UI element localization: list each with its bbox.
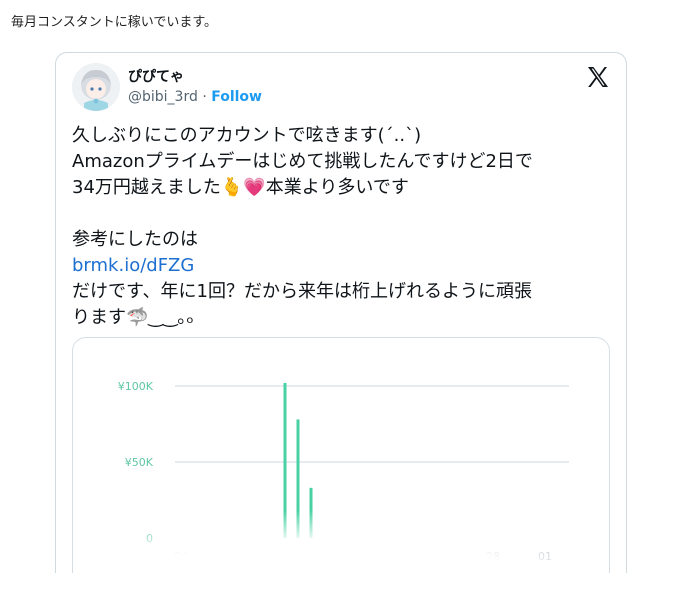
sales-bar-chart: ¥100K ¥50K 0 04 08 12 16 20 24 28 01 (118, 380, 569, 563)
tweet-text: 久しぶりにこのアカウントで呟きます(ˊ..ˋ) Amazonプライムデーはじめて… (72, 123, 612, 331)
y-tick-label: 0 (146, 532, 153, 545)
chart-image[interactable]: ¥100K ¥50K 0 04 08 12 16 20 24 28 01 (72, 337, 610, 573)
x-tick-label: 24 (434, 550, 448, 563)
tweet-line: 34万円越えました🫰💗本業より多いです (72, 177, 409, 198)
y-tick-label: ¥50K (125, 456, 154, 469)
avatar[interactable] (72, 63, 120, 111)
x-tick-label: 20 (382, 550, 396, 563)
follow-button[interactable]: Follow (211, 89, 262, 105)
tweet-line: Amazonプライムデーはじめて挑戦したんですけど2日で (72, 151, 533, 172)
tweet-line: 参考にしたのは (72, 229, 198, 250)
tweet-header: ぴぴてゃ @bibi_3rd · Follow (72, 63, 610, 113)
separator: · (202, 89, 207, 105)
x-tick-label: 08 (226, 550, 240, 563)
x-tick-label: 01 (538, 550, 552, 563)
tweet-line: 久しぶりにこのアカウントで呟きます(ˊ..ˋ) (72, 125, 422, 146)
x-tick-label: 12 (278, 550, 292, 563)
x-logo-icon[interactable] (586, 65, 610, 89)
x-tick-label: 28 (486, 550, 500, 563)
handle[interactable]: @bibi_3rd (128, 89, 198, 105)
x-tick-label: 04 (174, 550, 188, 563)
handle-row: @bibi_3rd · Follow (128, 89, 262, 105)
chart-bar (296, 419, 300, 538)
tweet-link[interactable]: brmk.io/dFZG (72, 255, 194, 276)
embedded-tweet-card: ぴぴてゃ @bibi_3rd · Follow 久しぶりにこのアカウントで呟きま… (55, 52, 627, 573)
chart-bar (309, 487, 313, 538)
intro-text: 毎月コンスタントに稼いでいます。 (11, 15, 218, 30)
display-name[interactable]: ぴぴてゃ (128, 66, 184, 86)
tweet-line: ります🦈‿‿｡ₒ (72, 307, 194, 328)
chart-bar (283, 382, 287, 538)
tweet-line: だけです、年に1回？だから来年は桁上げれるように頑張 (72, 281, 533, 302)
y-tick-label: ¥100K (118, 380, 154, 393)
x-tick-label: 16 (330, 550, 344, 563)
avatar-illustration (72, 63, 120, 111)
